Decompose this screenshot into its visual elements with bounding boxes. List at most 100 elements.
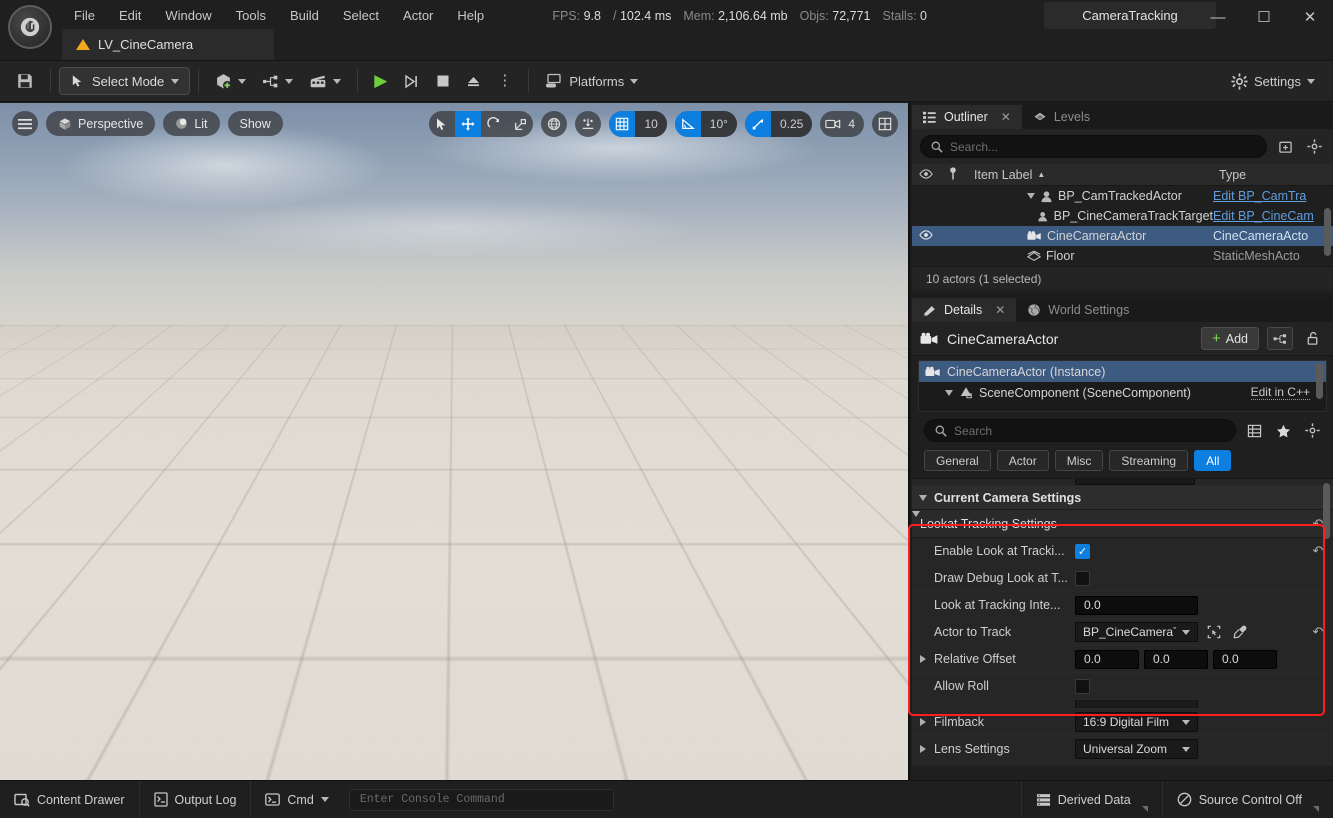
property-row-allow-roll[interactable]: Allow Roll (912, 673, 1333, 700)
property-row-actor-to-track[interactable]: Actor to Track BP_CineCameraTra ↶ (912, 619, 1333, 646)
console-command-input[interactable]: Enter Console Command (348, 788, 614, 811)
viewport-show-button[interactable]: Show (227, 111, 283, 136)
surface-snap-button[interactable] (575, 111, 601, 137)
category-current-camera-settings[interactable]: Current Camera Settings (912, 486, 1333, 510)
details-settings-button[interactable] (1301, 420, 1323, 442)
cmd-dropdown[interactable]: Cmd (251, 781, 342, 818)
menu-tools[interactable]: Tools (224, 3, 278, 29)
outliner-row-floor[interactable]: Floor StaticMeshActo (912, 246, 1333, 266)
property-row-relative-offset[interactable]: Relative Offset 0.0 0.0 0.0 (912, 646, 1333, 673)
filter-streaming[interactable]: Streaming (1109, 450, 1189, 471)
camera-preview-pip[interactable]: CineCameraActor FilmbackPreset: 16:9 Dig… (508, 611, 892, 780)
property-row-draw-debug-look-at[interactable]: Draw Debug Look at T... (912, 565, 1333, 592)
camera-speed-value[interactable]: 4 (846, 117, 864, 131)
select-tool-button[interactable] (429, 111, 455, 137)
relative-offset-y-input[interactable]: 0.0 (1144, 649, 1208, 669)
component-row-cinecameraactor[interactable]: CineCameraActor (Instance) (919, 361, 1326, 382)
rotate-tool-button[interactable] (481, 111, 507, 137)
property-reset-button[interactable]: ↶ (1303, 624, 1333, 640)
column-pin-header[interactable] (940, 166, 966, 183)
move-tool-button[interactable] (455, 111, 482, 137)
menu-select[interactable]: Select (331, 3, 391, 29)
add-actor-button[interactable] (207, 67, 254, 95)
scale-snap-toggle[interactable] (744, 111, 771, 137)
viewport-lit-button[interactable]: Lit (163, 111, 220, 136)
enable-look-at-tracking-checkbox[interactable]: ✓ (1075, 543, 1090, 559)
derived-data-button[interactable]: Derived Data (1020, 780, 1162, 818)
actor-to-track-dropdown[interactable]: BP_CineCameraTra (1075, 622, 1198, 642)
cinematics-button[interactable] (301, 67, 349, 95)
menu-file[interactable]: File (62, 3, 107, 29)
expander-icon[interactable] (912, 510, 920, 531)
column-layout-button[interactable] (1243, 420, 1265, 442)
property-reset-button[interactable]: ↶ (1303, 543, 1333, 559)
close-icon[interactable]: ✕ (1001, 110, 1011, 124)
column-eye-header[interactable] (912, 168, 940, 182)
camera-speed-icon[interactable] (820, 111, 846, 137)
row-type[interactable]: Edit BP_CineCam (1213, 209, 1333, 223)
close-button[interactable]: ✕ (1287, 0, 1333, 34)
filter-actor[interactable]: Actor (996, 450, 1049, 471)
lock-details-button[interactable] (1301, 331, 1325, 346)
draw-debug-look-at-checkbox[interactable] (1075, 570, 1090, 586)
edit-in-cpp-link[interactable]: Edit in C++ (1250, 385, 1310, 400)
menu-actor[interactable]: Actor (391, 3, 445, 29)
source-control-button[interactable]: Source Control Off (1161, 780, 1333, 818)
level-viewport[interactable]: CineCameraActor FilmbackPreset: 16:9 Dig… (0, 103, 910, 780)
select-mode-dropdown[interactable]: Select Mode (59, 67, 191, 95)
column-type-header[interactable]: Type (1213, 168, 1333, 182)
expander-icon[interactable] (1027, 193, 1035, 199)
property-row-filmback[interactable]: Filmback 16:9 Digital Film (912, 709, 1333, 736)
menu-build[interactable]: Build (278, 3, 331, 29)
filmback-dropdown[interactable]: 16:9 Digital Film (1075, 712, 1198, 732)
close-icon[interactable]: ✕ (995, 303, 1005, 317)
menu-window[interactable]: Window (153, 3, 223, 29)
outliner-search-input[interactable]: Search... (920, 135, 1267, 158)
menu-edit[interactable]: Edit (107, 3, 153, 29)
property-row-look-at-tracking-interp[interactable]: Look at Tracking Inte... 0.0 (912, 592, 1333, 619)
add-folder-button[interactable] (1274, 136, 1296, 158)
outliner-scrollbar[interactable] (1324, 208, 1331, 256)
level-tab[interactable]: LV_CineCamera (62, 29, 274, 60)
property-row-lens-settings[interactable]: Lens Settings Universal Zoom (912, 736, 1333, 763)
eyedropper-icon[interactable] (1230, 622, 1250, 642)
angle-snap-value[interactable]: 10° (700, 111, 737, 137)
skip-button[interactable] (395, 67, 428, 95)
property-row-enable-look-at-tracking[interactable]: Enable Look at Tracki... ✓ ↶ (912, 538, 1333, 565)
details-search-input[interactable]: Search (924, 419, 1236, 442)
expander-icon[interactable] (919, 494, 927, 501)
filter-misc[interactable]: Misc (1054, 450, 1104, 471)
settings-button[interactable]: Settings (1223, 67, 1323, 95)
platforms-button[interactable]: Platforms (537, 67, 646, 95)
expander-icon[interactable] (945, 389, 953, 396)
stop-button[interactable] (428, 67, 458, 95)
minimize-button[interactable]: — (1195, 0, 1241, 34)
maximize-button[interactable]: ☐ (1241, 0, 1287, 34)
filter-general[interactable]: General (924, 450, 991, 471)
relative-offset-z-input[interactable]: 0.0 (1213, 649, 1277, 669)
outliner-settings-button[interactable] (1303, 136, 1325, 158)
outliner-row-bp-camtrackedactor[interactable]: BP_CamTrackedActor Edit BP_CamTra (912, 186, 1333, 206)
viewport-perspective-button[interactable]: Perspective (46, 111, 156, 136)
blueprints-button[interactable] (254, 67, 301, 95)
eject-button[interactable] (458, 67, 489, 95)
world-coordinates-button[interactable] (541, 111, 567, 137)
tab-details[interactable]: Details ✕ (912, 298, 1017, 322)
relative-offset-x-input[interactable]: 0.0 (1075, 649, 1139, 669)
viewport-layout-button[interactable] (872, 111, 898, 137)
picker-icon[interactable] (1204, 622, 1224, 642)
scale-tool-button[interactable] (507, 111, 533, 137)
expander-icon[interactable] (920, 745, 926, 753)
details-scrollbar[interactable] (1323, 483, 1330, 539)
column-item-label-header[interactable]: Item Label ▲ (966, 168, 1213, 182)
more-options-button[interactable]: ⋮ (489, 67, 520, 95)
allow-roll-checkbox[interactable] (1075, 678, 1090, 694)
scale-snap-value[interactable]: 0.25 (770, 111, 813, 137)
viewport-menu-button[interactable] (12, 111, 38, 136)
camera-speed-group[interactable]: 4 (820, 111, 864, 137)
section-lookat-tracking-settings[interactable]: Lookat Tracking Settings ↶ (912, 510, 1333, 538)
component-row-scenecomponent[interactable]: SceneComponent (SceneComponent) Edit in … (919, 382, 1326, 403)
component-tree-scrollbar[interactable] (1316, 363, 1323, 399)
outliner-row-bp-cinecameratracktarget[interactable]: BP_CineCameraTrackTarget Edit BP_CineCam (912, 206, 1333, 226)
favorites-button[interactable] (1272, 420, 1294, 442)
